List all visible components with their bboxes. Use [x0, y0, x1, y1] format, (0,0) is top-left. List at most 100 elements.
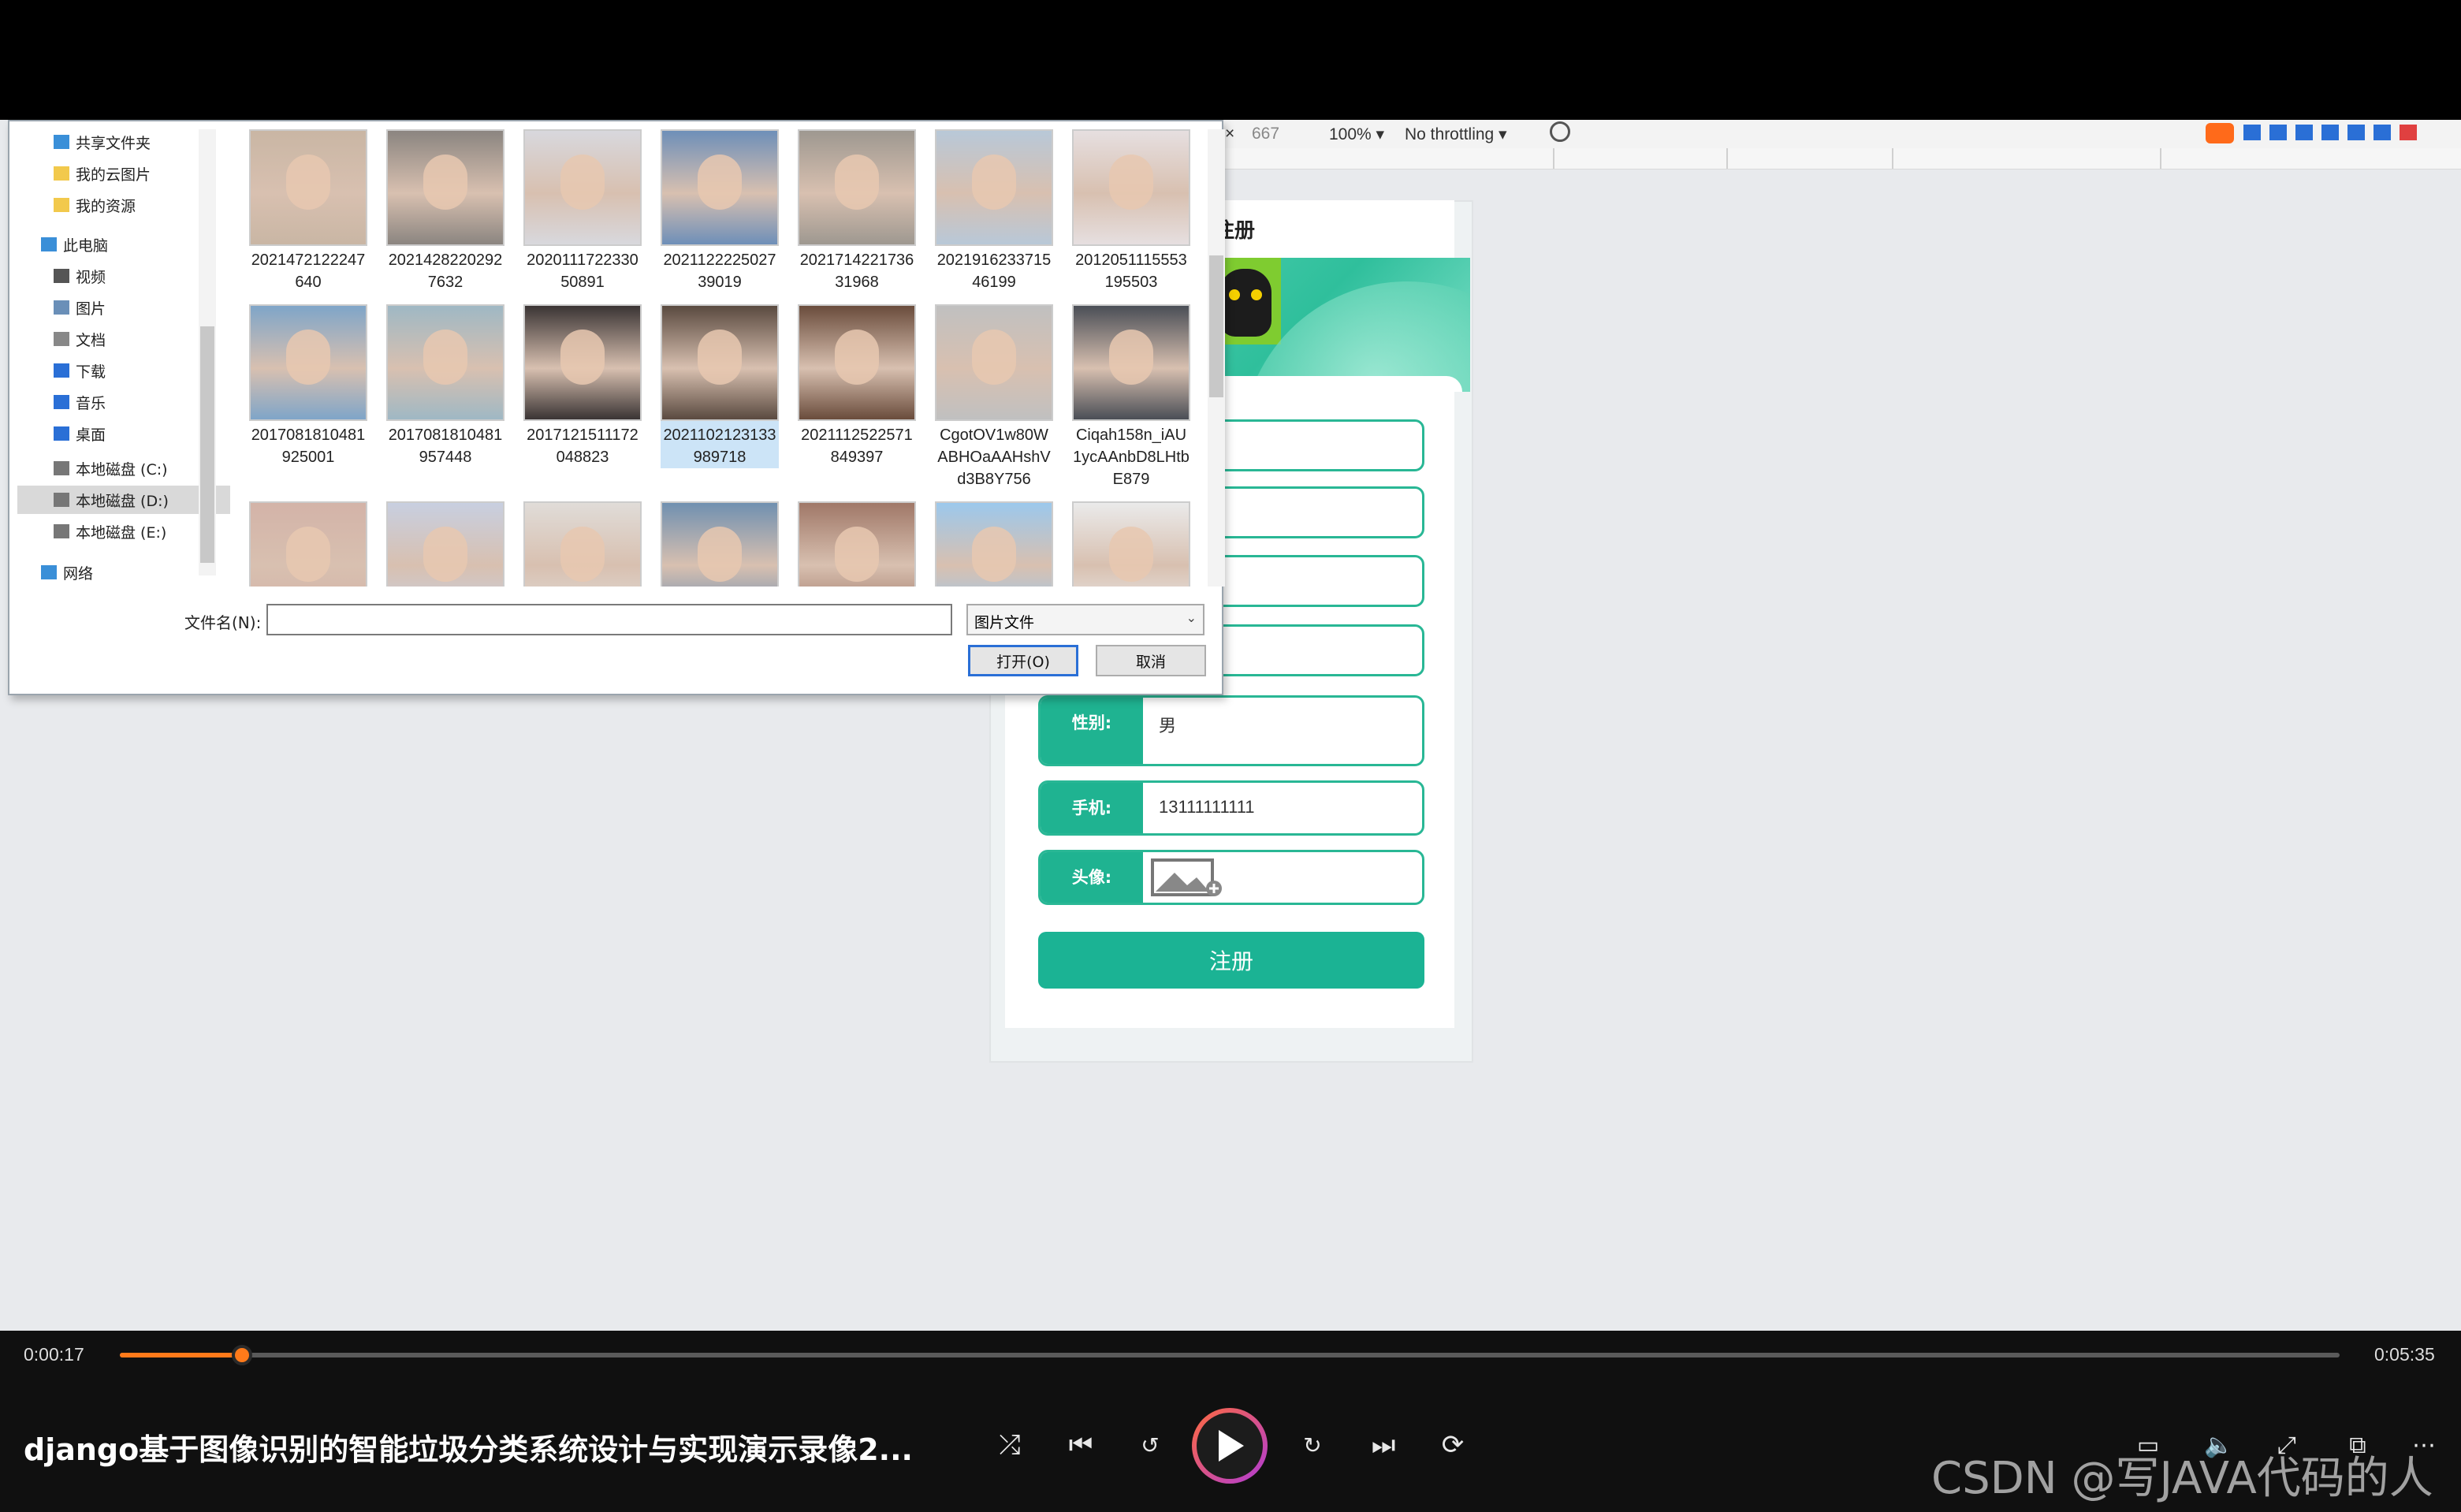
file-name: Ciqah158n_iAU1ycAAnbD8LHtbE879 [1073, 426, 1190, 488]
video-title: django基于图像识别的智能垃圾分类系统设计与实现演示录像2... [24, 1432, 913, 1467]
file-thumbnail[interactable]: 2017081810481957448 [386, 304, 504, 468]
file-thumbnail[interactable]: Ciqah158n_iAU1ycAAnbD8LHtbE879 [1072, 304, 1190, 490]
file-thumbnail[interactable] [661, 501, 779, 587]
next-icon[interactable]: ⏭ [1364, 1425, 1403, 1465]
sidebar-item-label: 下载 [76, 363, 106, 381]
file-thumbnail[interactable] [798, 501, 916, 587]
photo-thumbnail-image [935, 129, 1053, 246]
file-name: 2012051115553195503 [1075, 251, 1187, 291]
scrollbar-thumb[interactable] [200, 326, 214, 563]
forward-30-icon[interactable]: ↻ [1293, 1425, 1332, 1465]
file-name: 2021102123133989718 [663, 426, 776, 466]
play-button[interactable] [1192, 1408, 1268, 1484]
file-thumbnail[interactable]: 202011172233050891 [523, 129, 642, 293]
file-name: 2017081810481925001 [251, 426, 366, 466]
avatar-field[interactable]: 头像: [1038, 850, 1424, 905]
open-button[interactable]: 打开(O) [968, 645, 1078, 676]
gender-label: 性别: [1041, 698, 1143, 764]
file-thumbnail[interactable]: 2021102123133989718 [661, 304, 779, 468]
throttling-select[interactable]: No throttling ▾ [1405, 125, 1507, 144]
filename-label: 文件名(N): [184, 613, 262, 632]
photo-thumbnail-image [661, 501, 779, 587]
ime-toolbar-icons[interactable] [2243, 125, 2417, 140]
file-thumbnail[interactable]: 2021112522571849397 [798, 304, 916, 468]
sidebar-item-label: 图片 [76, 300, 106, 318]
rewind-10-icon[interactable]: ↺ [1130, 1425, 1170, 1465]
file-open-dialog: 共享文件夹 我的云图片 我的资源 此电脑 视频 图片 文档 下载 音乐 桌面 本地磁盘 (C:) 本地… [8, 120, 1225, 695]
file-name: 202011172233050891 [527, 251, 639, 291]
file-thumbnail[interactable]: 20214282202927632 [386, 129, 504, 293]
sidebar-item[interactable]: 此电脑 [17, 230, 218, 259]
previous-icon[interactable]: ⏮ [1061, 1425, 1100, 1465]
file-thumbnail-grid: 2021472122247640 20214282202927632 2020111… [238, 129, 1200, 587]
photo-thumbnail-image [249, 304, 367, 421]
phone-value: 13111111111 [1159, 797, 1255, 817]
network-icon [41, 565, 57, 579]
filename-input[interactable] [266, 604, 952, 635]
photo-thumbnail-image [661, 129, 779, 246]
file-thumbnail[interactable]: 202112222502739019 [661, 129, 779, 293]
sidebar-item-label: 音乐 [76, 394, 106, 412]
file-name: 20214282202927632 [388, 251, 503, 291]
progress-bar[interactable] [120, 1353, 2340, 1357]
sidebar-item-label: 本地磁盘 (E:) [76, 523, 167, 542]
file-thumbnail[interactable]: 2017121511172048823 [523, 304, 642, 468]
file-thumbnail[interactable] [386, 501, 504, 587]
gender-value: 男 [1159, 716, 1177, 736]
photo-thumbnail-image [386, 129, 504, 246]
photo-thumbnail-image [1072, 304, 1190, 421]
shuffle-icon[interactable]: ⤮ [990, 1425, 1029, 1465]
file-name: 202112222502739019 [663, 251, 776, 291]
file-thumbnail[interactable]: 2017081810481925001 [249, 304, 367, 468]
file-thumbnail[interactable]: 2012051115553195503 [1072, 129, 1190, 293]
register-submit-button[interactable]: 注册 [1038, 932, 1424, 989]
photo-thumbnail-image [523, 129, 642, 246]
share-folder-icon [54, 135, 69, 149]
file-thumbnail[interactable]: 202171422173631968 [798, 129, 916, 293]
folder-icon [54, 198, 69, 212]
photo-thumbnail-image [935, 501, 1053, 587]
photo-thumbnail-image [798, 129, 916, 246]
photo-thumbnail-image [661, 304, 779, 421]
photo-thumbnail-image [798, 501, 916, 587]
desktop-icon [54, 426, 69, 441]
sidebar-item-label: 视频 [76, 268, 106, 286]
file-thumbnail[interactable] [523, 501, 642, 587]
file-thumbnail[interactable]: 2021472122247640 [249, 129, 367, 293]
sidebar-item-label: 本地磁盘 (C:) [76, 460, 168, 479]
file-name: 2017121511172048823 [527, 426, 639, 466]
file-thumbnail[interactable] [935, 501, 1053, 587]
total-time: 0:05:35 [2374, 1344, 2435, 1365]
navigation-scrollbar[interactable] [199, 129, 216, 575]
documents-icon [54, 332, 69, 346]
chevron-down-icon: ⌄ [1186, 610, 1197, 625]
image-upload-icon[interactable] [1151, 858, 1223, 898]
scrollbar-thumb[interactable] [1209, 255, 1223, 397]
cancel-button[interactable]: 取消 [1096, 645, 1206, 676]
photo-thumbnail-image [1072, 129, 1190, 246]
photo-thumbnail-image [386, 501, 504, 587]
progress-handle[interactable] [232, 1345, 252, 1365]
sidebar-item-label: 共享文件夹 [76, 134, 151, 152]
filetype-select[interactable]: 图片文件 ⌄ [966, 604, 1204, 635]
file-thumbnail[interactable] [249, 501, 367, 587]
sidebar-item-label: 本地磁盘 (D:) [76, 492, 169, 510]
rotate-icon[interactable] [1550, 121, 1570, 142]
file-name: CgotOV1w80WABHOaAAHshVd3B8Y756 [937, 426, 1051, 488]
phone-field[interactable]: 手机: 13111111111 [1038, 780, 1424, 836]
file-grid-scrollbar[interactable] [1208, 129, 1225, 587]
folder-icon [54, 166, 69, 181]
file-thumbnail[interactable]: CgotOV1w80WABHOaAAHshVd3B8Y756 [935, 304, 1053, 490]
loop-icon[interactable]: ⟳ [1433, 1425, 1473, 1465]
height-input[interactable]: 667 [1252, 125, 1279, 143]
sidebar-item-label: 桌面 [76, 426, 106, 444]
file-thumbnail[interactable]: 202191623371546199 [935, 129, 1053, 293]
sidebar-item-label: 此电脑 [63, 236, 109, 255]
zoom-select[interactable]: 100% ▾ [1329, 125, 1384, 144]
drive-icon [54, 461, 69, 475]
photo-thumbnail-image [798, 304, 916, 421]
phone-label: 手机: [1041, 783, 1143, 833]
gender-field[interactable]: 性别: 男 [1038, 695, 1424, 766]
sidebar-item[interactable]: 网络 [17, 558, 218, 587]
file-thumbnail[interactable] [1072, 501, 1190, 587]
